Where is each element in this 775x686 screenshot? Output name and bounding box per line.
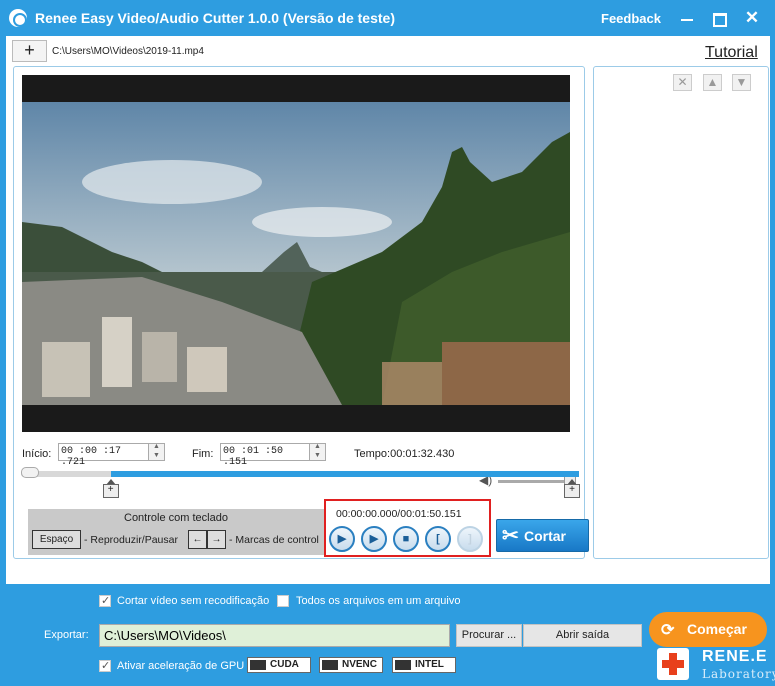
maximize-icon[interactable] (708, 8, 730, 28)
bottom-bar: Cortar vídeo sem recodificação Todos os … (0, 584, 775, 686)
start-time-stepper[interactable] (148, 443, 165, 461)
timecode: 00:00:00.000/00:01:50.151 (336, 508, 462, 520)
playback-controls: 00:00:00.000/00:01:50.151 ▶ ▶ ■ [ ] (324, 499, 491, 557)
end-time-input[interactable]: 00 :01 :50 .151 (220, 443, 314, 468)
play-button[interactable]: ▶ (329, 526, 355, 552)
video-preview[interactable] (22, 75, 570, 432)
keyboard-help-title: Controle com teclado (124, 512, 228, 524)
stop-icon: ■ (402, 533, 410, 545)
all-in-one-checkbox[interactable] (277, 595, 289, 607)
duration-value: 00:01:32.430 (390, 448, 455, 460)
timeline-playhead[interactable] (21, 467, 39, 478)
open-output-button[interactable]: Abrir saída (523, 624, 642, 647)
browse-button[interactable]: Procurar ... (456, 624, 522, 647)
window-title: Renee Easy Video/Audio Cutter 1.0.0 (Ver… (35, 10, 395, 26)
refresh-icon: ⟳ (661, 622, 675, 639)
right-arrow-key: → (207, 530, 226, 549)
end-time-stepper[interactable] (309, 443, 326, 461)
rene-logo: RENE.E Laboratory (657, 646, 775, 684)
gpu-label: Ativar aceleração de GPU (117, 660, 245, 672)
left-arrow-key: ← (188, 530, 207, 549)
bracket-close-icon: ] (468, 533, 472, 545)
arrow-keys-text: - Marcas de control (229, 534, 319, 546)
file-path: C:\Users\MO\Videos\2019-11.mp4 (52, 46, 204, 57)
tutorial-link[interactable]: Tutorial (705, 44, 758, 62)
end-time-label: Fim: (192, 448, 214, 460)
start-time-input[interactable]: 00 :00 :17 .721 (58, 443, 152, 468)
no-reencode-label: Cortar vídeo sem recodificação (117, 595, 270, 607)
start-time-label: Início: (22, 448, 52, 460)
export-label: Exportar: (44, 629, 89, 641)
space-key-text: - Reproduzir/Pausar (84, 534, 178, 546)
export-path-input[interactable]: C:\Users\MO\Videos\ (99, 624, 450, 647)
rene-logo-sub: Laboratory (702, 667, 775, 681)
start-marker[interactable] (102, 479, 119, 498)
play-icon: ▶ (337, 533, 347, 545)
segment-list-panel: ✕ ▲ ▼ (593, 66, 769, 559)
no-reencode-checkbox[interactable] (99, 594, 111, 607)
video-frame-image (22, 102, 570, 405)
minimize-icon[interactable] (676, 8, 698, 28)
duration-caption: Tempo: (354, 448, 391, 460)
app-logo-icon (9, 9, 27, 27)
title-bar: Renee Easy Video/Audio Cutter 1.0.0 (Ver… (0, 0, 775, 36)
space-key: Espaço (32, 530, 81, 549)
play-segment-button[interactable]: ▶ (361, 526, 387, 552)
start-button-label: Começar (687, 621, 747, 637)
duration-label: Tempo:00:01:32.430 (354, 448, 454, 460)
cuda-badge: CUDA (247, 657, 311, 673)
timeline-slider[interactable] (21, 471, 579, 477)
cut-button-label: Cortar (524, 528, 567, 544)
close-icon[interactable]: ✕ (741, 8, 763, 28)
play-segment-icon: ▶ (369, 533, 379, 545)
keyboard-help: Controle com teclado Espaço - Reproduzir… (28, 509, 324, 555)
stop-button[interactable]: ■ (393, 526, 419, 552)
work-area: + C:\Users\MO\Videos\2019-11.mp4 Tutoria… (6, 36, 770, 584)
rene-cross-icon (657, 648, 689, 680)
nvenc-badge: NVENC (319, 657, 383, 673)
bracket-open-icon: [ (436, 533, 440, 545)
add-file-button[interactable]: + (12, 40, 47, 62)
rene-logo-name: RENE.E (702, 648, 768, 665)
all-in-one-label: Todos os arquivos em um arquivo (296, 595, 461, 607)
intel-badge: INTEL (392, 657, 456, 673)
timeline-selection (110, 471, 579, 477)
move-up-button[interactable]: ▲ (703, 74, 722, 91)
mark-end-button[interactable]: ] (457, 526, 483, 552)
move-down-button[interactable]: ▼ (732, 74, 751, 91)
video-panel: Início: 00 :00 :17 .721 Fim: 00 :01 :50 … (13, 66, 589, 559)
mark-start-button[interactable]: [ (425, 526, 451, 552)
cut-button[interactable]: ✂ Cortar (496, 519, 589, 552)
remove-segment-button[interactable]: ✕ (673, 74, 692, 91)
gpu-checkbox[interactable] (99, 659, 111, 672)
start-button[interactable]: ⟳ Começar (649, 612, 767, 647)
feedback-link[interactable]: Feedback (601, 11, 661, 26)
end-marker[interactable] (564, 479, 580, 498)
